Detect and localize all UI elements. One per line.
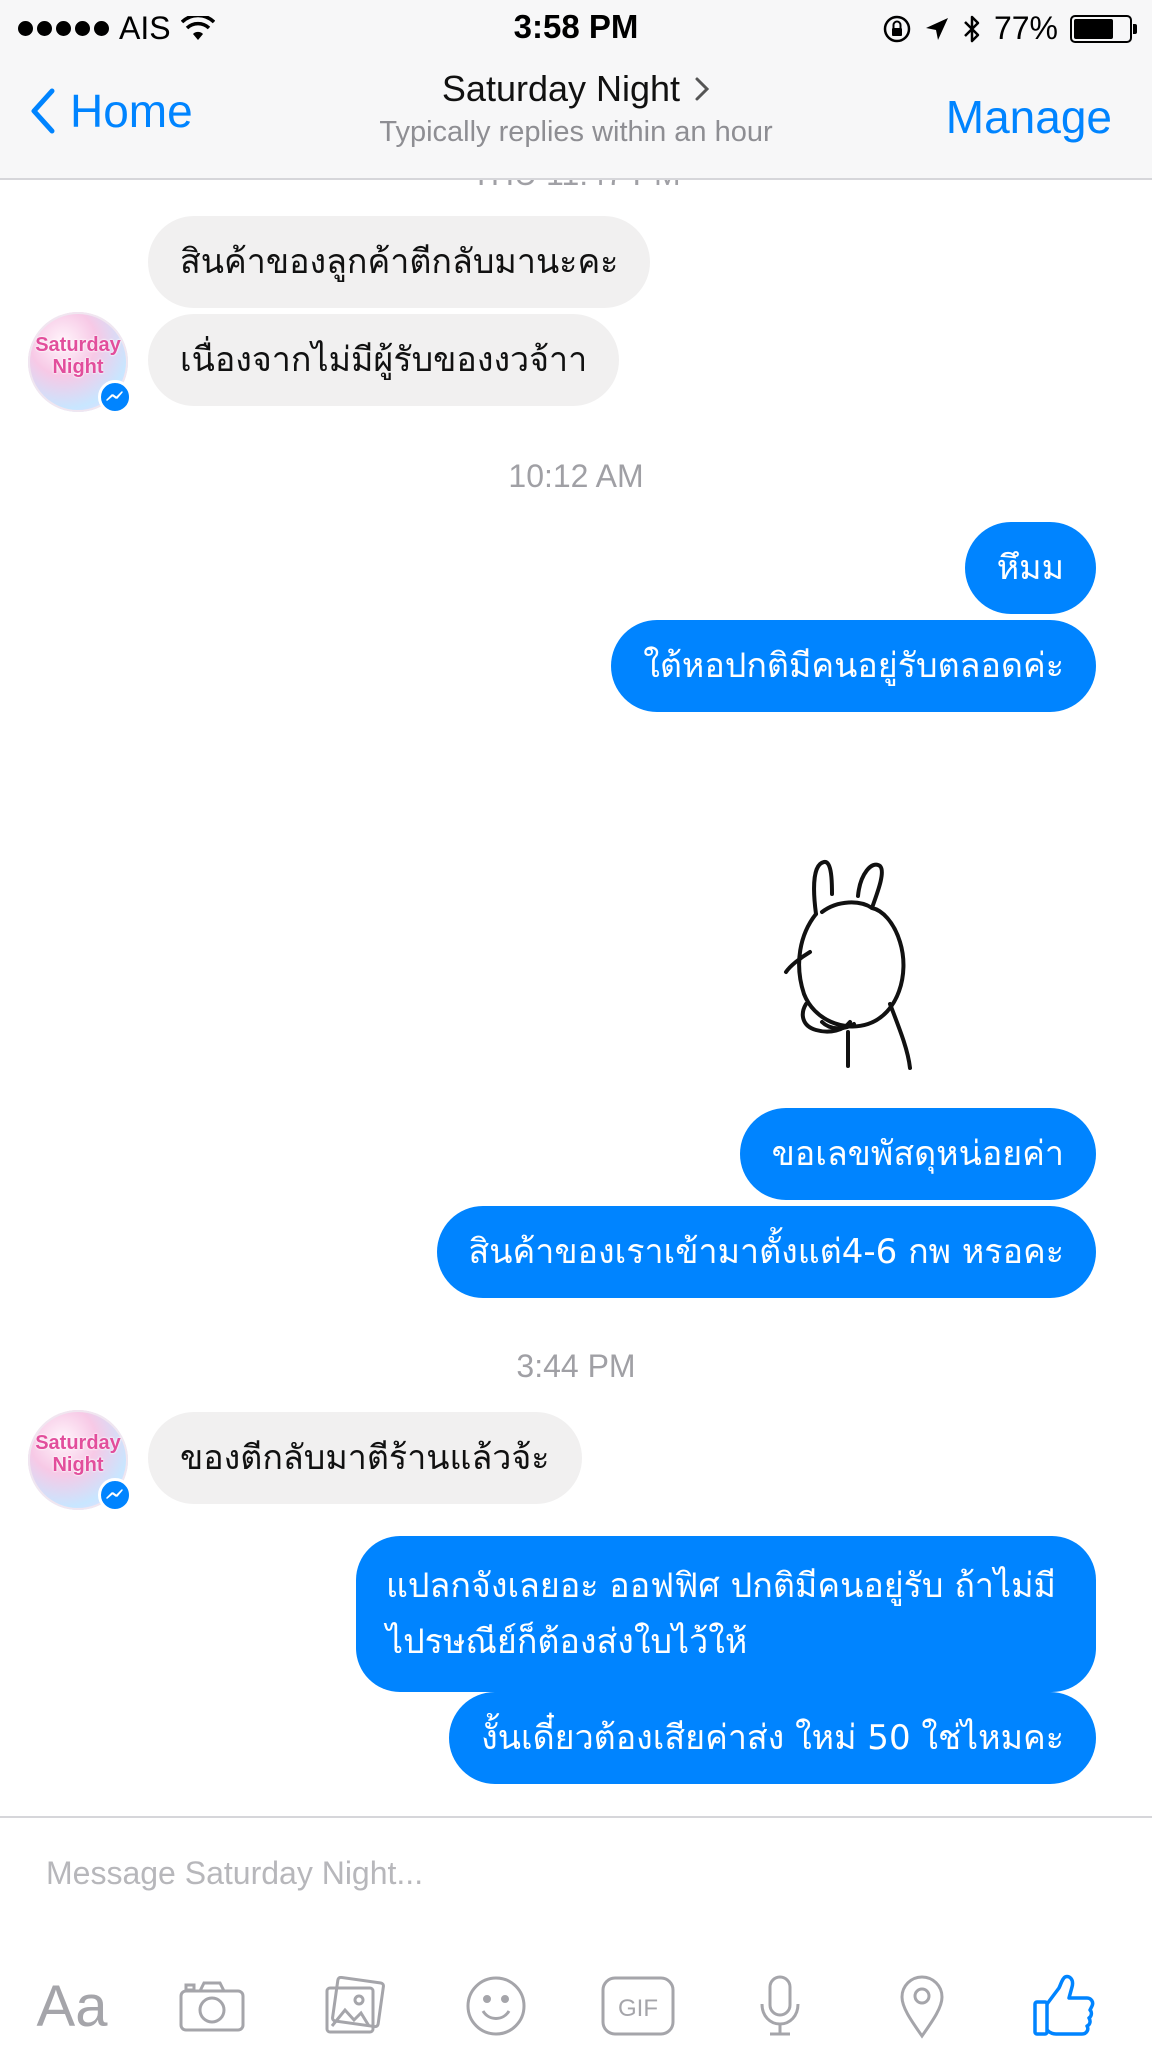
timestamp: 3:44 PM bbox=[516, 1348, 636, 1384]
message-line: ไปรษณีย์ก็ต้องส่งใบไว้ให้ bbox=[386, 1622, 748, 1662]
gallery-icon[interactable] bbox=[314, 1966, 394, 2046]
timestamp: THU 11:47 PM bbox=[0, 180, 1152, 193]
location-icon[interactable] bbox=[882, 1966, 962, 2046]
location-arrow-icon bbox=[925, 17, 948, 40]
microphone-icon[interactable] bbox=[740, 1966, 820, 2046]
navigation-bar: Home Saturday Night Typically replies wi… bbox=[0, 56, 1152, 180]
thumbs-up-icon[interactable] bbox=[1024, 1966, 1104, 2046]
composer: Aa bbox=[0, 1816, 1152, 2050]
messenger-badge-icon bbox=[98, 1478, 132, 1512]
battery-percent: 77% bbox=[993, 10, 1058, 46]
conversation-title: Saturday Night bbox=[441, 68, 681, 109]
status-bar: AIS 3:58 PM 77% bbox=[0, 0, 1152, 56]
camera-icon[interactable] bbox=[172, 1966, 252, 2046]
rotation-lock-icon bbox=[883, 15, 911, 42]
composer-toolbar: Aa GIF bbox=[0, 1946, 1152, 2046]
avatar-logo: Saturday Night bbox=[35, 1432, 121, 1476]
message-input[interactable] bbox=[44, 1854, 1108, 1893]
message-outgoing[interactable]: ขอเลขพัสดุหน่อยค่า bbox=[739, 1108, 1096, 1200]
manage-button[interactable]: Manage bbox=[946, 90, 1112, 144]
status-right: 77% bbox=[882, 10, 1137, 47]
message-outgoing[interactable]: แปลกจังเลยอะ ออฟฟิศ ปกติมีคนอยู่รับ ถ้าไ… bbox=[356, 1536, 1096, 1692]
message-outgoing[interactable]: สินค้าของเราเข้ามาตั้งแต่4-6 กพ หรอคะ bbox=[436, 1206, 1096, 1298]
avatar-logo: Saturday Night bbox=[35, 334, 121, 378]
svg-text:GIF: GIF bbox=[618, 1995, 658, 2022]
battery-icon bbox=[1070, 14, 1137, 43]
sticker-bunny[interactable] bbox=[760, 854, 940, 1074]
message-incoming[interactable]: เนื่องจากไม่มีผู้รับของงวจ้าา bbox=[148, 314, 620, 406]
message-thread[interactable]: THU 11:47 PM สินค้าของลูกค้าตีกลับมานะคะ… bbox=[0, 180, 1152, 1816]
message-outgoing[interactable]: ใต้หอปกติมีคนอยู่รับตลอดค่ะ bbox=[611, 620, 1096, 712]
timestamp: 10:12 AM bbox=[508, 458, 644, 494]
gif-icon[interactable]: GIF bbox=[598, 1966, 678, 2046]
message-line: แปลกจังเลยอะ ออฟฟิศ ปกติมีคนอยู่รับ ถ้าไ… bbox=[386, 1566, 1056, 1606]
message-outgoing[interactable]: งั้นเดี๋ยวต้องเสียค่าส่ง ใหม่ 50 ใช่ไหมค… bbox=[449, 1692, 1096, 1784]
emoji-icon[interactable] bbox=[456, 1966, 536, 2046]
bluetooth-icon bbox=[964, 15, 980, 42]
message-incoming[interactable]: ของตีกลับมาตีร้านแล้วจ้ะ bbox=[148, 1412, 582, 1504]
contact-avatar[interactable]: Saturday Night bbox=[28, 312, 132, 414]
chevron-right-icon bbox=[695, 77, 710, 101]
contact-avatar[interactable]: Saturday Night bbox=[28, 1410, 132, 1512]
message-outgoing[interactable]: หึมม bbox=[964, 522, 1096, 614]
message-incoming[interactable]: สินค้าของลูกค้าตีกลับมานะคะ bbox=[148, 216, 651, 308]
messenger-badge-icon bbox=[98, 380, 132, 414]
text-format-icon[interactable]: Aa bbox=[32, 1966, 112, 2046]
